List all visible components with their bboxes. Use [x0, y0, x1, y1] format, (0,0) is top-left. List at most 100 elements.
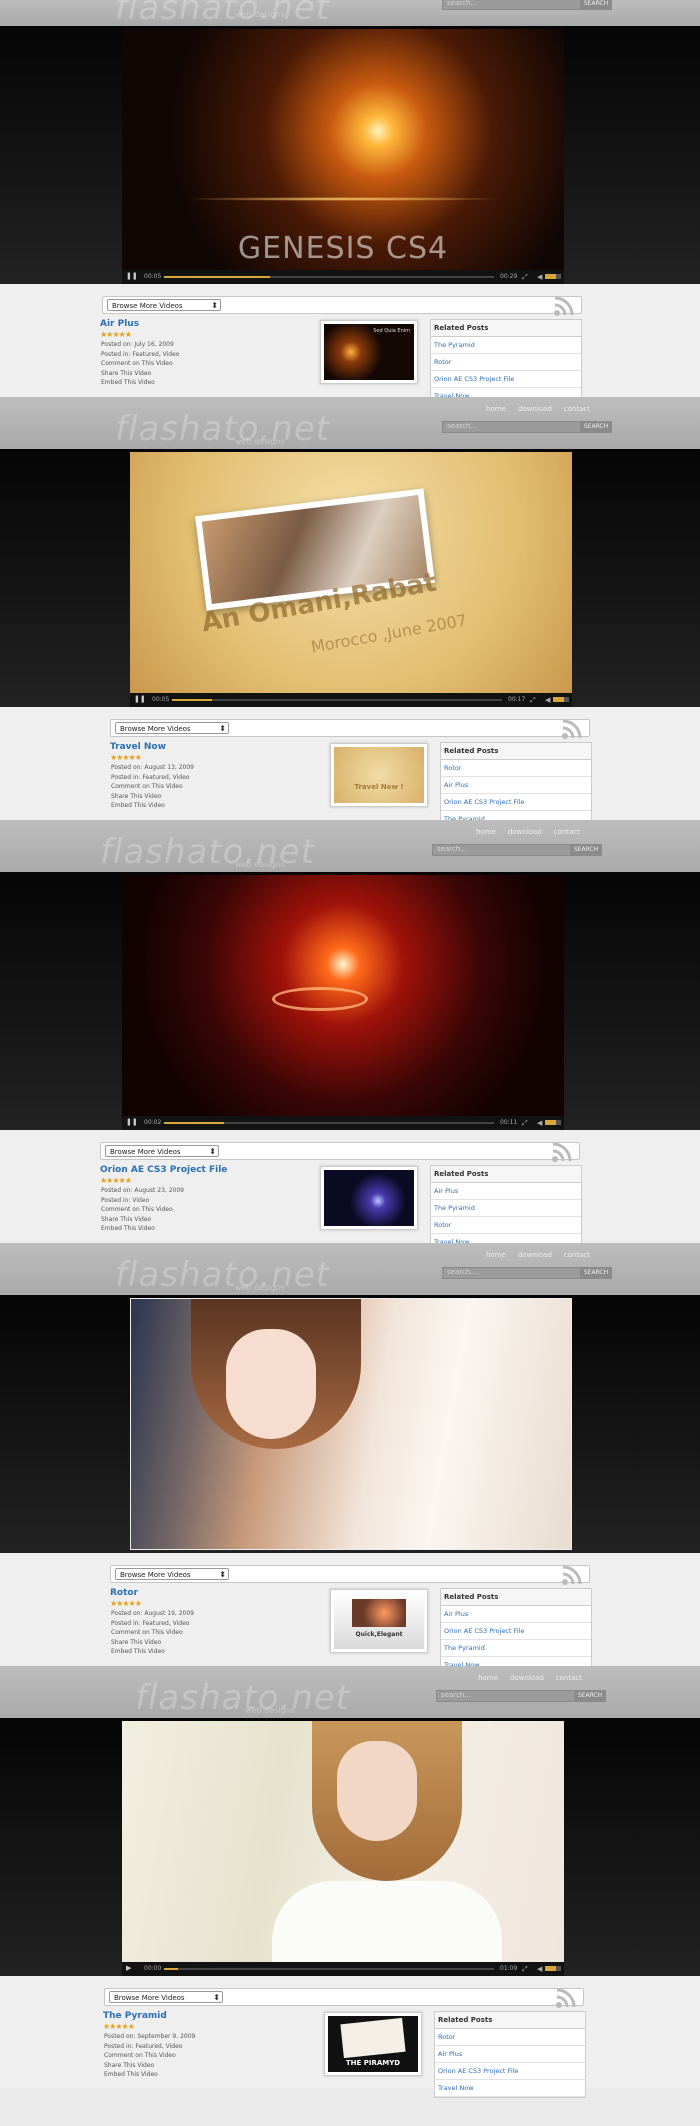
nav-download[interactable]: download: [518, 1251, 552, 1259]
share-link[interactable]: Share This Video: [111, 1638, 194, 1648]
volume-slider[interactable]: [545, 1966, 561, 1971]
nav-download[interactable]: download: [518, 405, 552, 413]
browse-videos-select[interactable]: Browse More Videos ⬍: [115, 1568, 229, 1580]
share-link[interactable]: Share This Video: [101, 369, 179, 379]
rss-icon[interactable]: [561, 1564, 583, 1586]
search-input[interactable]: search...: [442, 0, 582, 10]
post-title[interactable]: Travel Now: [110, 742, 166, 752]
search-input[interactable]: search...: [442, 421, 582, 433]
rss-icon[interactable]: [551, 1141, 573, 1163]
related-post-link[interactable]: Rotor: [431, 354, 581, 371]
browse-videos-select[interactable]: Browse More Videos ⬍: [107, 299, 221, 311]
search-input[interactable]: search...: [432, 844, 572, 856]
comment-link[interactable]: Comment on This Video: [101, 359, 179, 369]
browse-videos-select[interactable]: Browse More Videos ⬍: [105, 1145, 219, 1157]
nav-download[interactable]: download: [510, 1674, 544, 1682]
volume-slider[interactable]: [553, 697, 569, 702]
fullscreen-icon[interactable]: ⤢: [522, 1964, 528, 1974]
nav-contact[interactable]: contact: [564, 405, 590, 413]
embed-link[interactable]: Embed This Video: [104, 2070, 195, 2080]
comment-link[interactable]: Comment on This Video: [104, 2051, 195, 2061]
volume-slider[interactable]: [545, 1120, 561, 1125]
nav-home[interactable]: home: [486, 1251, 506, 1259]
video-screen[interactable]: ❚❚ 00:02 00:11 ⤢ ◀: [122, 875, 564, 1130]
rating-stars[interactable]: ★★★★★: [100, 1176, 132, 1185]
post-thumbnail[interactable]: [320, 1166, 418, 1230]
rss-icon[interactable]: [561, 718, 583, 740]
related-post-link[interactable]: Air Plus: [431, 1183, 581, 1200]
related-post-link[interactable]: Travel Now: [435, 2080, 585, 2097]
embed-link[interactable]: Embed This Video: [101, 1224, 184, 1234]
nav-download[interactable]: download: [508, 828, 542, 836]
search-input[interactable]: search...: [436, 1690, 576, 1702]
embed-link[interactable]: Embed This Video: [101, 378, 179, 388]
related-post-link[interactable]: The Pyramid: [441, 1640, 591, 1657]
site-logo[interactable]: flashato.net: [115, 409, 330, 449]
volume-icon[interactable]: ◀: [537, 1964, 542, 1974]
rating-stars[interactable]: ★★★★★: [110, 753, 142, 762]
volume-icon[interactable]: ◀: [545, 695, 550, 705]
video-screen[interactable]: An Omani,Rabat Morocco ,June 2007 ❚❚ 00:…: [130, 452, 572, 707]
related-post-link[interactable]: Air Plus: [441, 1606, 591, 1623]
site-logo[interactable]: flashato.net: [115, 1255, 330, 1295]
volume-slider[interactable]: [545, 274, 561, 279]
search-button[interactable]: SEARCH: [580, 1267, 612, 1279]
embed-link[interactable]: Embed This Video: [111, 801, 194, 811]
comment-link[interactable]: Comment on This Video: [101, 1205, 184, 1215]
site-logo[interactable]: flashato.net: [115, 0, 330, 26]
seek-bar[interactable]: [164, 1968, 494, 1970]
share-link[interactable]: Share This Video: [111, 792, 194, 802]
post-thumbnail[interactable]: Sed Quia Enim: [320, 320, 418, 384]
share-link[interactable]: Share This Video: [104, 2061, 195, 2071]
fullscreen-icon[interactable]: ⤢: [530, 695, 536, 705]
play-icon[interactable]: ▶: [126, 1965, 132, 1972]
video-screen[interactable]: [130, 1298, 572, 1550]
nav-home[interactable]: home: [478, 1674, 498, 1682]
related-post-link[interactable]: Orion AE CS3 Project File: [431, 371, 581, 388]
related-post-link[interactable]: Orion AE CS3 Project File: [435, 2063, 585, 2080]
nav-contact[interactable]: contact: [554, 828, 580, 836]
volume-icon[interactable]: ◀: [537, 1118, 542, 1128]
nav-contact[interactable]: contact: [556, 1674, 582, 1682]
post-title[interactable]: Orion AE CS3 Project File: [100, 1165, 227, 1175]
share-link[interactable]: Share This Video: [101, 1215, 184, 1225]
post-title[interactable]: Rotor: [110, 1588, 138, 1598]
rating-stars[interactable]: ★★★★★: [103, 2022, 135, 2031]
related-post-link[interactable]: The Pyramid: [431, 337, 581, 354]
post-title[interactable]: The Pyramid: [103, 2011, 167, 2021]
rating-stars[interactable]: ★★★★★: [100, 330, 132, 339]
related-post-link[interactable]: Rotor: [441, 760, 591, 777]
search-button[interactable]: SEARCH: [580, 421, 612, 433]
nav-contact[interactable]: contact: [564, 1251, 590, 1259]
comment-link[interactable]: Comment on This Video: [111, 1628, 194, 1638]
nav-home[interactable]: home: [486, 405, 506, 413]
related-post-link[interactable]: The Pyramid: [431, 1200, 581, 1217]
related-post-link[interactable]: Air Plus: [441, 777, 591, 794]
rss-icon[interactable]: [555, 1987, 577, 2009]
comment-link[interactable]: Comment on This Video: [111, 782, 194, 792]
video-screen[interactable]: ▶ 00:00 01:09 ⤢ ◀: [122, 1721, 564, 1976]
post-thumbnail[interactable]: THE PIRAMYD: [324, 2012, 422, 2076]
post-title[interactable]: Air Plus: [100, 319, 139, 329]
related-post-link[interactable]: Rotor: [431, 1217, 581, 1234]
seek-bar[interactable]: [172, 699, 502, 701]
related-post-link[interactable]: Orion AE CS3 Project File: [441, 1623, 591, 1640]
search-input[interactable]: search...: [442, 1267, 582, 1279]
post-thumbnail[interactable]: Travel Now !: [330, 743, 428, 807]
fullscreen-icon[interactable]: ⤢: [522, 1118, 528, 1128]
search-button[interactable]: SEARCH: [570, 844, 602, 856]
post-thumbnail[interactable]: Quick,Elegant: [330, 1589, 428, 1653]
nav-home[interactable]: home: [476, 828, 496, 836]
rss-icon[interactable]: [553, 295, 575, 317]
volume-icon[interactable]: ◀: [537, 272, 542, 282]
related-post-link[interactable]: Rotor: [435, 2029, 585, 2046]
browse-videos-select[interactable]: Browse More Videos ⬍: [109, 1991, 223, 2003]
browse-videos-select[interactable]: Browse More Videos ⬍: [115, 722, 229, 734]
play-pause-icon[interactable]: ❚❚: [126, 1119, 138, 1126]
search-button[interactable]: SEARCH: [580, 0, 612, 10]
embed-link[interactable]: Embed This Video: [111, 1647, 194, 1657]
site-logo[interactable]: flashato.net: [135, 1678, 350, 1718]
related-post-link[interactable]: Air Plus: [435, 2046, 585, 2063]
play-pause-icon[interactable]: ❚❚: [134, 696, 146, 703]
rating-stars[interactable]: ★★★★★: [110, 1599, 142, 1608]
